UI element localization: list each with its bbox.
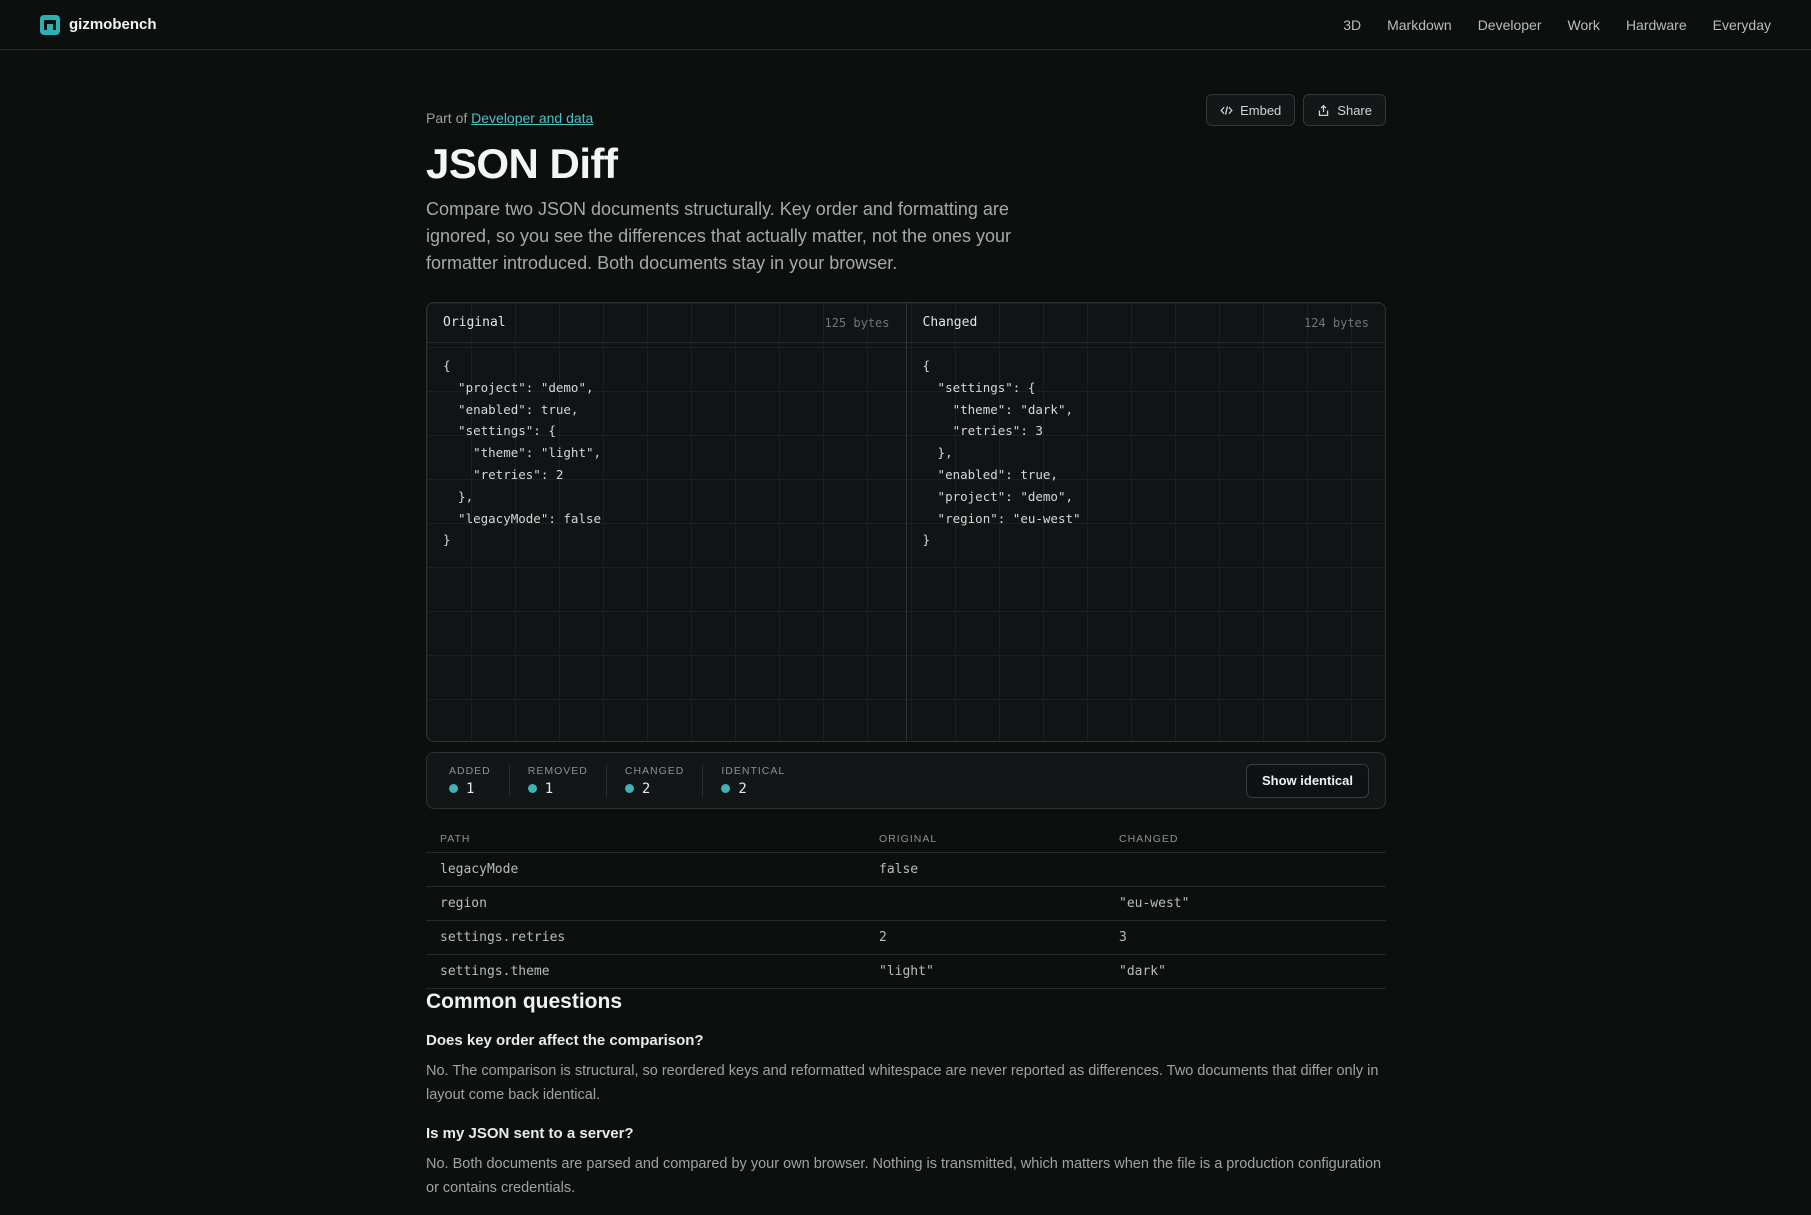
page-title: JSON Diff bbox=[426, 140, 618, 187]
stat-added: ADDED 1 bbox=[449, 764, 510, 797]
diff-summary: ADDED 1 REMOVED 1 CHANGED 2 IDENTICAL 2 … bbox=[426, 752, 1386, 809]
faq-title: Common questions bbox=[426, 990, 623, 1013]
table-header-row: PATH ORIGINAL CHANGED bbox=[426, 826, 1386, 853]
logo-icon bbox=[40, 14, 60, 35]
page-description: Compare two JSON documents structurally.… bbox=[426, 199, 1012, 273]
nav-item-markdown[interactable]: Markdown bbox=[1387, 17, 1452, 33]
changed-pane-title: Changed bbox=[922, 315, 978, 330]
faq-answer: No. Both documents are parsed and compar… bbox=[426, 1156, 1382, 1196]
nav-item-hardware[interactable]: Hardware bbox=[1626, 17, 1687, 33]
original-byte-count: 125 bytes bbox=[824, 315, 890, 330]
nav-item-work[interactable]: Work bbox=[1568, 17, 1600, 33]
cell-original: "light" bbox=[865, 954, 1105, 989]
table-row: legacyMode false bbox=[426, 852, 1386, 887]
code-icon bbox=[1220, 105, 1233, 115]
faq-answer: No. The comparison is structural, so reo… bbox=[426, 1063, 1379, 1103]
nav-item-everyday[interactable]: Everyday bbox=[1713, 17, 1771, 33]
faq-question: Does key order affect the comparison? bbox=[426, 1032, 704, 1049]
original-pane-header: Original 125 bytes bbox=[427, 303, 906, 343]
stat-value: 1 bbox=[466, 780, 475, 797]
brand-name: gizmobench bbox=[69, 16, 157, 33]
breadcrumb-prefix: Part of bbox=[426, 110, 468, 126]
original-json-input[interactable]: { "project": "demo", "enabled": true, "s… bbox=[427, 343, 906, 563]
cell-changed bbox=[1105, 852, 1386, 887]
stat-removed: REMOVED 1 bbox=[527, 764, 607, 797]
status-dot-icon bbox=[449, 784, 458, 793]
breadcrumb: Part of Developer and data bbox=[426, 110, 593, 126]
cell-changed: 3 bbox=[1105, 920, 1386, 955]
share-label: Share bbox=[1337, 102, 1372, 118]
table-row: settings.theme "light" "dark" bbox=[426, 954, 1386, 989]
original-pane: Original 125 bytes { "project": "demo", … bbox=[427, 303, 906, 741]
share-icon bbox=[1319, 104, 1329, 116]
json-editor: Original 125 bytes { "project": "demo", … bbox=[426, 302, 1386, 742]
column-header-original: ORIGINAL bbox=[865, 826, 1105, 853]
breadcrumb-link[interactable]: Developer and data bbox=[471, 110, 593, 126]
stat-label: IDENTICAL bbox=[721, 764, 786, 777]
stat-label: REMOVED bbox=[527, 764, 588, 777]
cell-original bbox=[865, 886, 1105, 921]
stat-label: ADDED bbox=[449, 764, 491, 777]
breadcrumb-row: Part of Developer and data Embed Share bbox=[426, 94, 1386, 126]
embed-button[interactable]: Embed bbox=[1206, 94, 1296, 126]
status-dot-icon bbox=[527, 784, 537, 793]
column-header-changed: CHANGED bbox=[1105, 826, 1386, 853]
table-row: settings.retries 2 3 bbox=[426, 920, 1386, 955]
faq-section: Common questions Does key order affect t… bbox=[426, 990, 1386, 1200]
stat-identical: IDENTICAL 2 bbox=[721, 765, 803, 797]
show-identical-button[interactable]: Show identical bbox=[1245, 763, 1369, 798]
original-pane-title: Original bbox=[443, 315, 506, 330]
cell-original: 2 bbox=[865, 920, 1105, 955]
stat-value: 1 bbox=[544, 780, 554, 797]
changed-json-input[interactable]: { "settings": { "theme": "dark", "retrie… bbox=[907, 343, 1386, 563]
changed-pane-header: Changed 124 bytes bbox=[906, 303, 1385, 343]
status-dot-icon bbox=[721, 784, 731, 793]
table-row: region "eu-west" bbox=[426, 886, 1386, 921]
cell-path: settings.theme bbox=[426, 954, 865, 989]
stat-value: 2 bbox=[641, 780, 651, 797]
cell-changed: "dark" bbox=[1105, 954, 1386, 989]
changed-byte-count: 124 bytes bbox=[1303, 315, 1369, 330]
stat-value: 2 bbox=[738, 780, 747, 797]
cell-path: region bbox=[426, 886, 865, 921]
changed-pane: Changed 124 bytes { "settings": { "theme… bbox=[905, 303, 1386, 741]
share-button[interactable]: Share bbox=[1303, 94, 1386, 126]
cell-path: legacyMode bbox=[426, 852, 865, 887]
cell-original: false bbox=[865, 852, 1105, 887]
diff-table: PATH ORIGINAL CHANGED legacyMode false r… bbox=[426, 826, 1386, 989]
page-actions: Embed Share bbox=[1206, 94, 1386, 126]
cell-path: settings.retries bbox=[426, 920, 865, 955]
main-nav: 3D Markdown Developer Work Hardware Ever… bbox=[1343, 17, 1771, 33]
faq-question: Is my JSON sent to a server? bbox=[426, 1125, 634, 1142]
top-navbar: gizmobench 3D Markdown Developer Work Ha… bbox=[0, 0, 1811, 50]
brand-link[interactable]: gizmobench bbox=[40, 14, 157, 35]
embed-label: Embed bbox=[1240, 102, 1282, 118]
nav-item-developer[interactable]: Developer bbox=[1478, 17, 1542, 33]
cell-changed: "eu-west" bbox=[1105, 886, 1386, 921]
stat-changed: CHANGED 2 bbox=[624, 764, 704, 797]
nav-item-3d[interactable]: 3D bbox=[1343, 17, 1361, 33]
summary-stats: ADDED 1 REMOVED 1 CHANGED 2 IDENTICAL 2 bbox=[449, 764, 821, 797]
status-dot-icon bbox=[624, 784, 634, 793]
column-header-path: PATH bbox=[426, 826, 865, 853]
stat-label: CHANGED bbox=[624, 764, 685, 777]
